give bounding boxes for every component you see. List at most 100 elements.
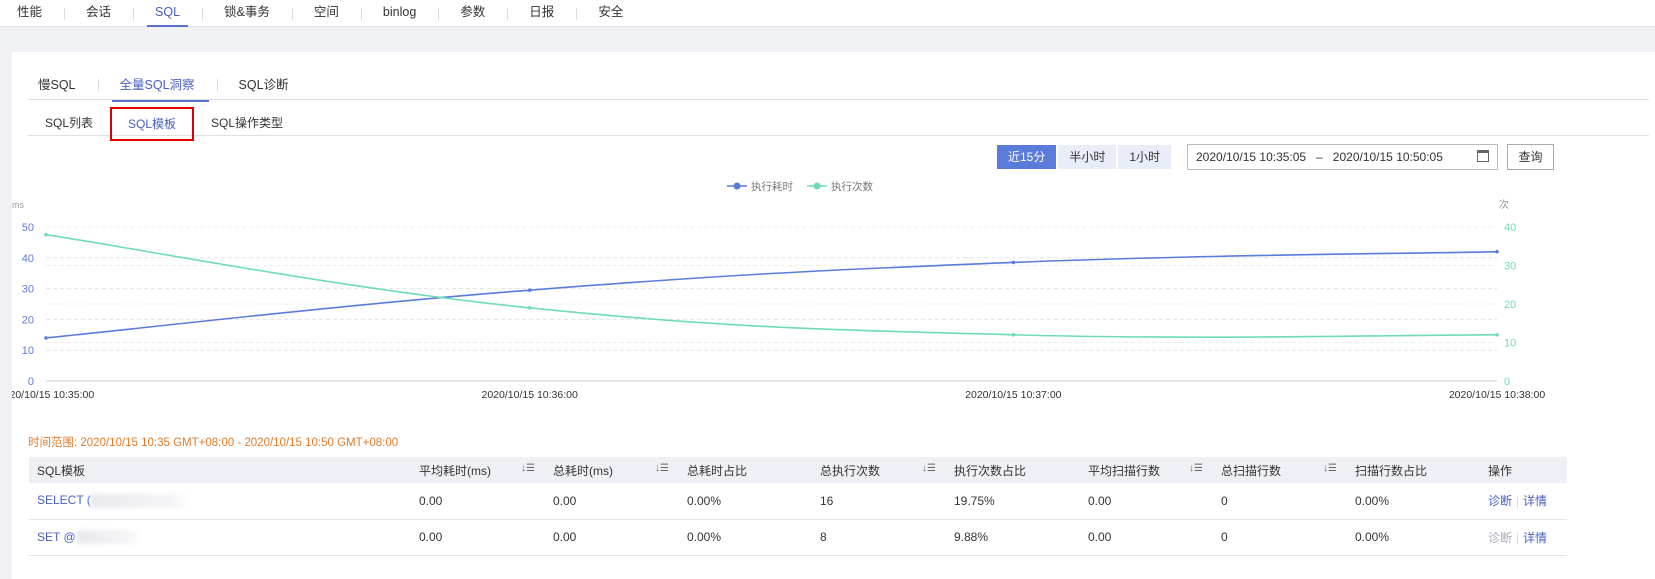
col-exec-pct: 执行次数占比 (946, 457, 1080, 483)
detail-link[interactable]: 详情 (1523, 531, 1547, 545)
exec-pct-cell: 19.75% (946, 483, 1080, 520)
col-time-pct: 总耗时占比 (679, 457, 812, 483)
y-left-tick-label: 0 (28, 376, 34, 388)
x-tick-label: 2020/10/15 10:35:00 (12, 389, 94, 401)
y-right-tick-label: 0 (1504, 376, 1510, 388)
total-time-cell: 0.00 (545, 483, 679, 520)
total-scan-cell: 0 (1213, 519, 1347, 556)
data-point (1495, 333, 1499, 337)
sort-icon[interactable]: ↓☰ (1323, 463, 1337, 474)
y-right-tick-label: 30 (1504, 261, 1516, 273)
y-right-unit: 次 (1499, 198, 1509, 211)
total-scan-cell: 0 (1213, 483, 1347, 520)
start-date: 2020/10/15 10:35:05 (1196, 150, 1307, 164)
data-point (44, 336, 48, 340)
table-row: SET @ 0.00 0.00 0.00% 8 9.88% 0.00 0 0.0… (29, 519, 1567, 556)
sql-template-cell[interactable]: SELECT ( (29, 483, 411, 520)
actions-cell: 诊断 详情 (1480, 519, 1567, 556)
sql-template-cell[interactable]: SET @ (29, 519, 411, 556)
tab-params[interactable]: 参数 (438, 0, 507, 27)
time-pct-cell: 0.00% (679, 519, 812, 556)
series-line-执行耗时 (45, 250, 1498, 339)
calendar-icon[interactable] (1477, 150, 1489, 162)
avg-scan-cell: 0.00 (1080, 519, 1213, 556)
legend-label: 执行次数 (831, 180, 873, 193)
time-pct-cell: 0.00% (679, 483, 812, 520)
legend-marker (733, 182, 741, 190)
query-button[interactable]: 查询 (1507, 144, 1554, 170)
data-point (527, 306, 532, 310)
tab-security[interactable]: 安全 (576, 0, 645, 27)
y-left-unit: ms (12, 200, 24, 210)
sort-icon[interactable]: ↓☰ (655, 463, 669, 474)
tab-sql-op-type[interactable]: SQL操作类型 (194, 109, 300, 135)
tab-performance[interactable]: 性能 (0, 0, 64, 27)
tab-locks[interactable]: 锁&事务 (202, 0, 292, 27)
sql-subtabs: 慢SQL 全量SQL洞察 SQL诊断 (28, 74, 1649, 102)
sql-template-table: SQL模板 平均耗时(ms) ↓☰ 总耗时(ms) ↓☰ 总耗时占比 总执行次数 ↓☰… (29, 457, 1567, 556)
y-left-tick-label: 10 (22, 345, 34, 357)
range-15min-button[interactable]: 近15分 (997, 145, 1057, 169)
x-tick-label: 2020/10/15 10:38:00 (1449, 389, 1546, 401)
scan-pct-cell: 0.00% (1347, 519, 1480, 556)
top-nav: 性能 会话 SQL 锁&事务 空间 binlog 参数 日报 安全 (0, 0, 1655, 27)
date-separator: – (1316, 150, 1323, 164)
end-date: 2020/10/15 10:50:05 (1332, 150, 1443, 164)
diagnose-link[interactable]: 诊断 (1488, 531, 1512, 545)
time-range-text: 时间范围: 2020/10/15 10:35 GMT+08:00 - 2020/… (28, 437, 399, 449)
tab-sql-list[interactable]: SQL列表 (28, 109, 110, 135)
legend-marker (813, 182, 821, 190)
y-right-tick-label: 40 (1504, 222, 1516, 234)
x-tick-label: 2020/10/15 10:36:00 (481, 389, 578, 401)
avg-time-cell: 0.00 (411, 519, 545, 556)
detail-link[interactable]: 详情 (1523, 494, 1547, 508)
line-chart: 0 10 20 30 40 50 0 10 20 30 40 ms 次 2020/10/15 10:35:… (12, 180, 1546, 401)
y-left-tick-label: 40 (22, 253, 34, 265)
tab-sql-template[interactable]: SQL模板 (110, 107, 195, 141)
time-range-buttons: 近15分 半小时 1小时 (997, 145, 1173, 169)
avg-scan-cell: 0.00 (1080, 483, 1213, 520)
col-actions: 操作 (1480, 457, 1567, 483)
data-point (1011, 333, 1016, 337)
exec-count-cell: 16 (812, 483, 946, 520)
data-point (1011, 260, 1016, 265)
y-left-tick-label: 20 (22, 314, 34, 326)
range-1hour-button[interactable]: 1小时 (1118, 145, 1172, 169)
actions-cell: 诊断 详情 (1480, 483, 1567, 520)
col-avg-scan[interactable]: 平均扫描行数 ↓☰ (1080, 457, 1213, 483)
tab-space[interactable]: 空间 (291, 0, 361, 27)
exec-count-cell: 8 (812, 519, 946, 556)
tab-session[interactable]: 会话 (64, 0, 133, 27)
y-left-tick-label: 30 (22, 284, 34, 296)
avg-time-cell: 0.00 (411, 483, 545, 520)
diagnose-link[interactable]: 诊断 (1488, 494, 1512, 508)
y-left-tick-label: 50 (22, 222, 34, 234)
col-total-scan[interactable]: 总扫描行数 ↓☰ (1213, 457, 1347, 483)
col-exec-count[interactable]: 总执行次数 ↓☰ (812, 457, 946, 483)
y-right-tick-label: 20 (1504, 299, 1516, 311)
sort-icon[interactable]: ↓☰ (521, 463, 535, 474)
tab-sql-diagnosis[interactable]: SQL诊断 (216, 74, 311, 99)
sort-icon[interactable]: ↓☰ (922, 463, 936, 474)
date-range-picker[interactable]: 2020/10/15 10:35:05 – 2020/10/15 10:50:0… (1187, 144, 1498, 170)
col-avg-time[interactable]: 平均耗时(ms) ↓☰ (411, 457, 545, 483)
scan-pct-cell: 0.00% (1347, 483, 1480, 520)
content-card: 慢SQL 全量SQL洞察 SQL诊断 SQL列表 SQL模板 SQL操作类型 近… (12, 52, 1655, 579)
tab-slow-sql[interactable]: 慢SQL (28, 74, 98, 99)
table-header: SQL模板 平均耗时(ms) ↓☰ 总耗时(ms) ↓☰ 总耗时占比 总执行次数 ↓☰… (29, 457, 1567, 483)
tab-daily-report[interactable]: 日报 (507, 0, 576, 27)
col-total-time[interactable]: 总耗时(ms) ↓☰ (545, 457, 679, 483)
sort-icon[interactable]: ↓☰ (1189, 463, 1203, 474)
x-tick-label: 2020/10/15 10:37:00 (965, 389, 1062, 401)
tab-binlog[interactable]: binlog (360, 0, 438, 27)
data-point (527, 288, 532, 292)
data-point (44, 232, 48, 237)
range-30min-button[interactable]: 半小时 (1058, 145, 1117, 169)
tab-full-sql-insight[interactable]: 全量SQL洞察 (97, 74, 217, 102)
y-right-tick-label: 10 (1504, 338, 1516, 350)
series-line-执行次数 (45, 233, 1498, 338)
legend-label: 执行耗时 (751, 180, 793, 193)
col-scan-pct: 扫描行数占比 (1347, 457, 1480, 483)
col-sql-template: SQL模板 (29, 457, 411, 483)
tab-sql[interactable]: SQL (133, 0, 202, 27)
